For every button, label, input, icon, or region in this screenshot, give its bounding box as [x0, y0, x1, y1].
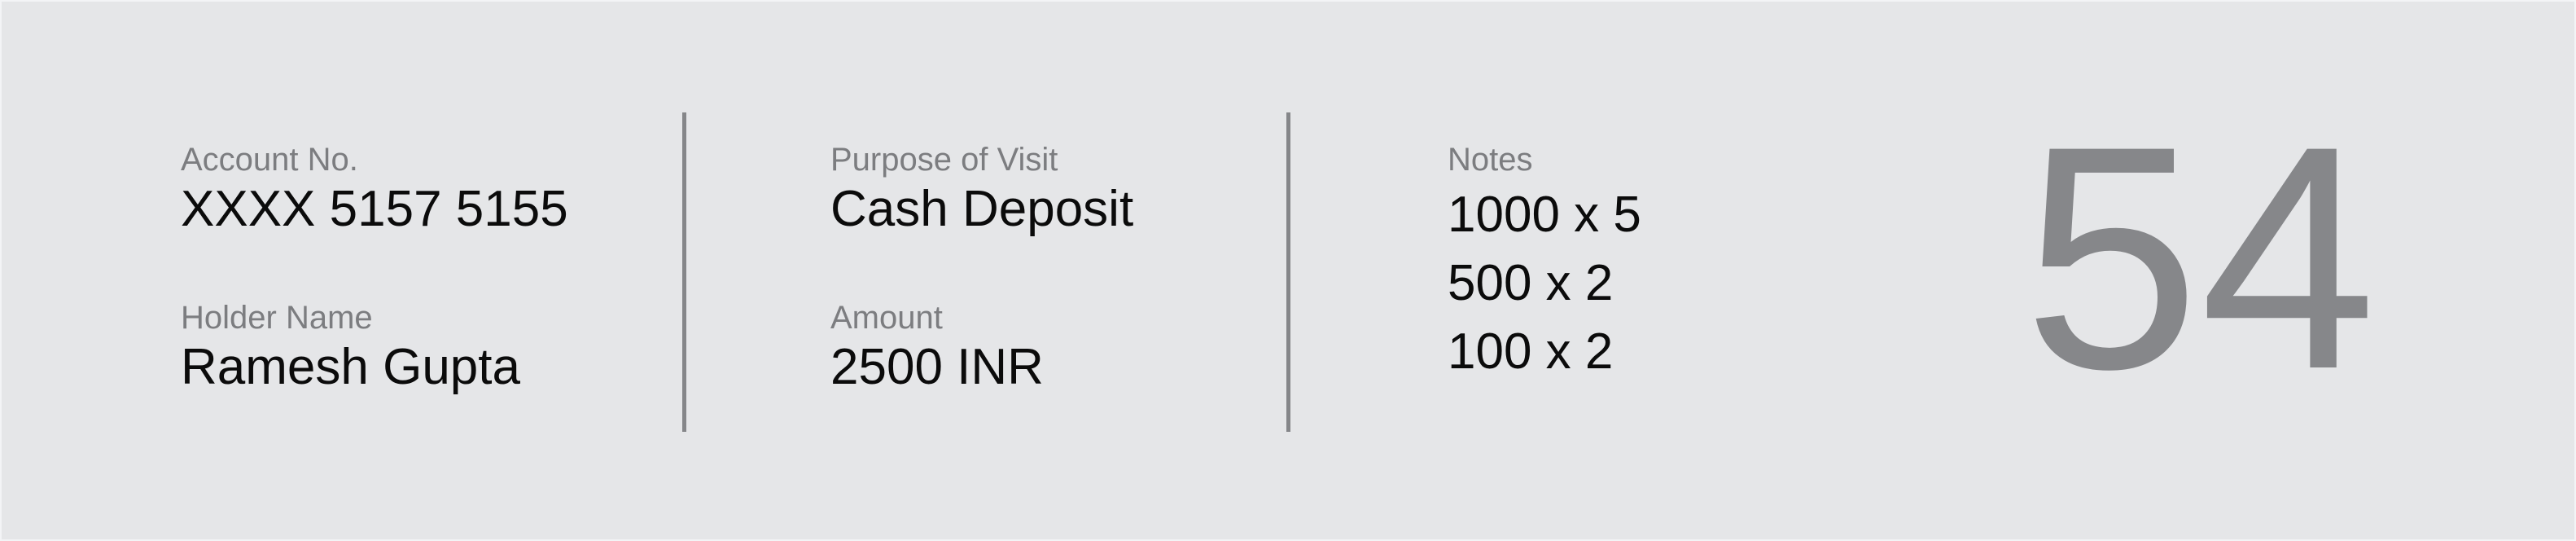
- purpose-of-visit-label: Purpose of Visit: [830, 142, 1058, 178]
- note-item: 100 x 2: [1448, 323, 1614, 380]
- note-item: 1000 x 5: [1448, 187, 1641, 243]
- account-number-value: XXXX 5157 5155: [181, 181, 568, 237]
- notes-field: Notes 1000 x 5 500 x 2 100 x 2: [1448, 140, 1641, 385]
- transaction-summary-card: Account No. XXXX 5157 5155 Holder Name R…: [0, 0, 2576, 541]
- amount-label: Amount: [830, 300, 943, 336]
- token-number: 54: [2023, 80, 2377, 435]
- left-divider: [682, 112, 686, 432]
- notes-label: Notes: [1448, 142, 1533, 178]
- account-number-field: Account No. XXXX 5157 5155: [181, 140, 568, 240]
- right-divider: [1286, 112, 1290, 432]
- purpose-of-visit-field: Purpose of Visit Cash Deposit: [830, 140, 1133, 240]
- holder-name-value: Ramesh Gupta: [181, 339, 520, 395]
- account-number-label: Account No.: [181, 142, 358, 178]
- purpose-of-visit-value: Cash Deposit: [830, 181, 1134, 237]
- amount-value: 2500 INR: [830, 339, 1044, 395]
- note-item: 500 x 2: [1448, 255, 1614, 311]
- amount-field: Amount 2500 INR: [830, 298, 1044, 398]
- holder-name-label: Holder Name: [181, 300, 373, 336]
- holder-name-field: Holder Name Ramesh Gupta: [181, 298, 520, 398]
